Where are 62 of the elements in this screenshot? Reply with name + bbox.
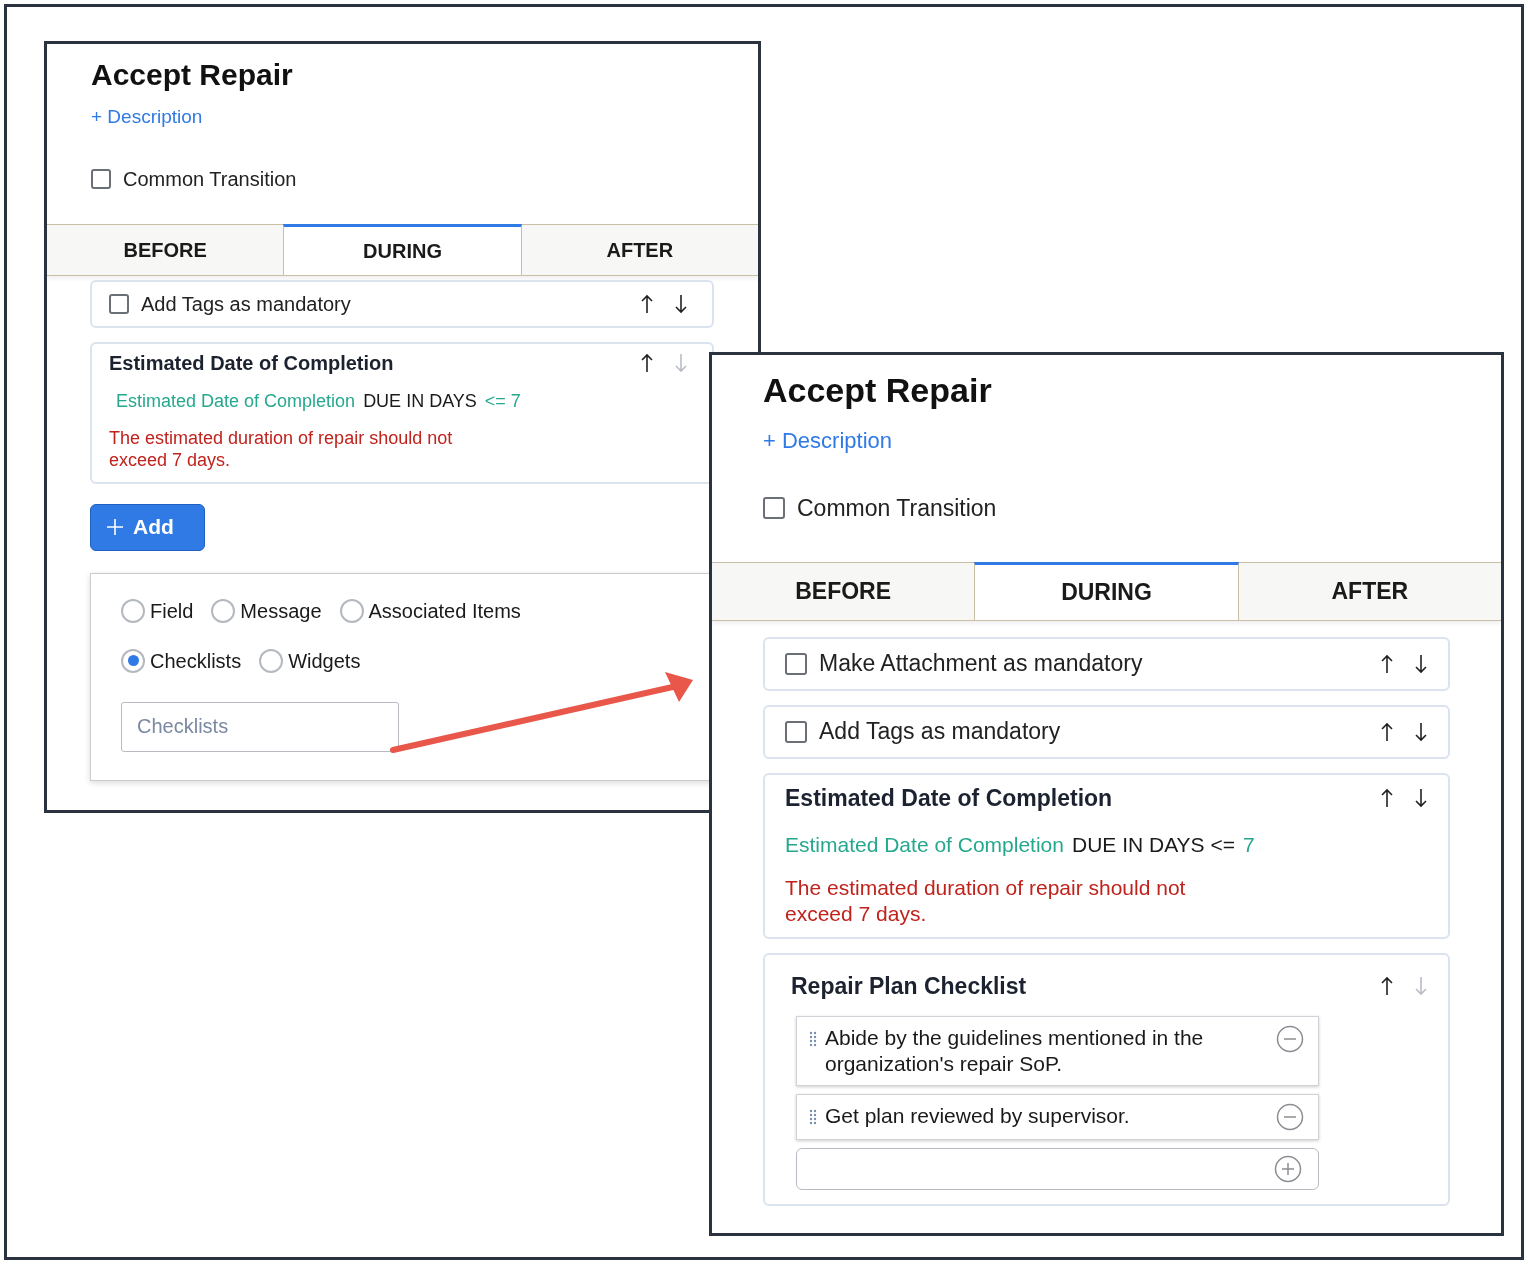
up-arrow-icon[interactable] [1380, 976, 1394, 997]
condition-field: Estimated Date of Completion [785, 829, 1064, 861]
down-arrow-icon[interactable] [1414, 653, 1428, 674]
error-message: The estimated duration of repair should not exceed 7 days. [109, 426, 454, 472]
radio-label: Checklists [150, 648, 242, 674]
panel-title: Accept Repair [763, 370, 993, 411]
tab[interactable]: BEFORE [47, 223, 284, 275]
checklist-item-text: Get plan reviewed by supervisor. [825, 1103, 1131, 1129]
checkbox-label: Common Transition [797, 494, 997, 523]
checkbox[interactable] [109, 293, 129, 314]
condition-value: <= 7 [484, 389, 521, 413]
option-label: Add Tags as mandatory [819, 717, 1061, 747]
radio-button[interactable] [339, 598, 364, 623]
condition-operator: DUE IN DAYS [363, 389, 477, 413]
card-title: Estimated Date of Completion [785, 783, 1113, 813]
radio-button[interactable] [121, 598, 145, 623]
checkbox-label: Common Transition [123, 166, 297, 192]
radio-label: Associated Items [368, 598, 521, 624]
add-icon[interactable] [1274, 1155, 1302, 1183]
condition-value: 7 [1242, 832, 1255, 858]
checkbox[interactable] [785, 720, 807, 743]
radio-button[interactable] [211, 598, 236, 623]
condition-operator: DUE IN DAYS <= [1071, 832, 1235, 858]
tab[interactable]: AFTER [521, 223, 758, 275]
remove-icon[interactable] [1276, 1103, 1304, 1131]
checklist-name-field[interactable]: Checklists [121, 701, 399, 752]
tab[interactable]: BEFORE [712, 561, 975, 620]
panel-title: Accept Repair [91, 57, 294, 93]
checkbox[interactable] [763, 497, 785, 520]
down-arrow-icon[interactable] [1414, 787, 1428, 808]
error-message: The estimated duration of repair should not exceed 7 days. [785, 874, 1187, 927]
condition-field: Estimated Date of Completion [116, 387, 356, 415]
up-arrow-icon[interactable] [1380, 787, 1394, 808]
drag-handle-icon[interactable] [809, 1109, 817, 1125]
description-link[interactable]: + Description [763, 424, 892, 457]
up-arrow-icon[interactable] [1380, 721, 1394, 742]
tab[interactable]: AFTER [1238, 561, 1501, 620]
drag-handle-icon[interactable] [809, 1030, 817, 1047]
checkbox[interactable] [91, 168, 111, 189]
up-arrow-icon[interactable] [640, 293, 654, 314]
checkbox[interactable] [785, 652, 807, 675]
option-label: Make Attachment as mandatory [819, 649, 1143, 679]
card-title: Repair Plan Checklist [791, 972, 1027, 1001]
radio-label: Widgets [288, 648, 361, 674]
option-label: Add Tags as mandatory [141, 291, 351, 317]
checklist-item-text: Abide by the guidelines mentioned in the organization's repair SoP. [825, 1024, 1205, 1077]
description-link[interactable]: + Description [91, 103, 203, 132]
card-title: Estimated Date of Completion [109, 350, 394, 376]
tab[interactable]: DURING [974, 561, 1239, 620]
add-button[interactable]: Add [90, 503, 205, 551]
new-item-field[interactable] [796, 1148, 1319, 1190]
up-arrow-icon[interactable] [1380, 653, 1394, 674]
remove-icon[interactable] [1276, 1024, 1304, 1053]
plus-icon [105, 517, 125, 537]
radio-label: Field [150, 598, 194, 624]
up-arrow-icon[interactable] [640, 352, 654, 373]
radio-button[interactable] [121, 648, 145, 673]
down-arrow-icon[interactable] [674, 293, 688, 314]
radio-button[interactable] [259, 648, 284, 673]
radio-label: Message [240, 598, 322, 624]
down-arrow-icon[interactable] [1414, 721, 1428, 742]
tab[interactable]: DURING [283, 223, 522, 275]
